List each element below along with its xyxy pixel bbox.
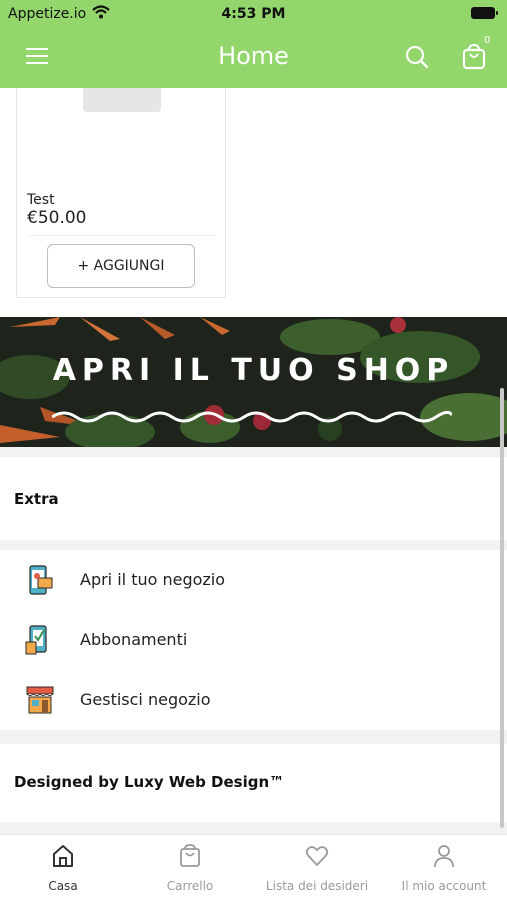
tab-home[interactable]: Casa xyxy=(0,835,126,900)
extra-section-title: Extra xyxy=(14,490,59,508)
section-gap xyxy=(0,730,507,744)
product-name[interactable]: Test xyxy=(27,192,55,208)
footer-credit: Designed by Luxy Web Design™ xyxy=(14,773,285,791)
page-title: Home xyxy=(218,42,289,70)
extra-item-manage-shop[interactable]: Gestisci negozio xyxy=(0,672,507,728)
subscriptions-icon xyxy=(25,625,47,655)
heart-icon xyxy=(305,846,329,866)
scrollbar[interactable] xyxy=(500,388,504,828)
tab-cart[interactable]: Carrello xyxy=(127,835,253,900)
section-gap xyxy=(0,822,507,832)
open-shop-banner[interactable]: APRI IL TUO SHOP xyxy=(0,317,507,447)
extra-item-label: Abbonamenti xyxy=(80,630,188,649)
bottom-tab-bar: Casa Carrello Lista dei desideri Il mio … xyxy=(0,834,507,900)
tab-label: Casa xyxy=(48,879,78,893)
product-card[interactable]: Test €50.00 + AGGIUNGI xyxy=(16,88,226,298)
add-to-cart-button[interactable]: + AGGIUNGI xyxy=(47,244,195,288)
product-image[interactable] xyxy=(83,88,161,112)
extra-item-open-shop[interactable]: Apri il tuo negozio xyxy=(0,552,507,608)
status-time: 4:53 PM xyxy=(221,6,286,22)
status-bar: Appetize.io 4:53 PM xyxy=(0,0,507,28)
cart-icon[interactable] xyxy=(460,42,488,70)
section-gap xyxy=(0,447,507,457)
user-icon xyxy=(434,845,454,868)
product-price: €50.00 xyxy=(27,208,87,228)
wave-decoration xyxy=(52,410,452,423)
app-header: Appetize.io 4:53 PM Home 0 xyxy=(0,0,507,88)
manage-shop-icon xyxy=(26,686,54,714)
search-icon[interactable] xyxy=(404,44,430,70)
tab-label: Il mio account xyxy=(401,879,487,893)
tab-label: Carrello xyxy=(166,879,214,893)
open-shop-icon xyxy=(29,565,53,595)
divider xyxy=(27,235,215,236)
banner-title: APRI IL TUO SHOP xyxy=(52,353,455,388)
tab-account[interactable]: Il mio account xyxy=(381,835,507,900)
tab-label: Lista dei desideri xyxy=(265,879,369,893)
home-icon xyxy=(53,845,73,867)
tab-wishlist[interactable]: Lista dei desideri xyxy=(254,835,380,900)
section-gap xyxy=(0,540,507,550)
extra-item-label: Gestisci negozio xyxy=(80,690,211,709)
extra-item-subscriptions[interactable]: Abbonamenti xyxy=(0,612,507,668)
app-screen: Appetize.io 4:53 PM Home 0 Test €50.00 +… xyxy=(0,0,507,900)
cart-icon xyxy=(180,844,200,867)
battery-icon xyxy=(471,7,498,19)
extra-item-label: Apri il tuo negozio xyxy=(80,570,226,589)
cart-count-badge: 0 xyxy=(484,35,491,46)
main-content[interactable]: Test €50.00 + AGGIUNGI APRI IL TUO SHOP … xyxy=(0,88,507,832)
